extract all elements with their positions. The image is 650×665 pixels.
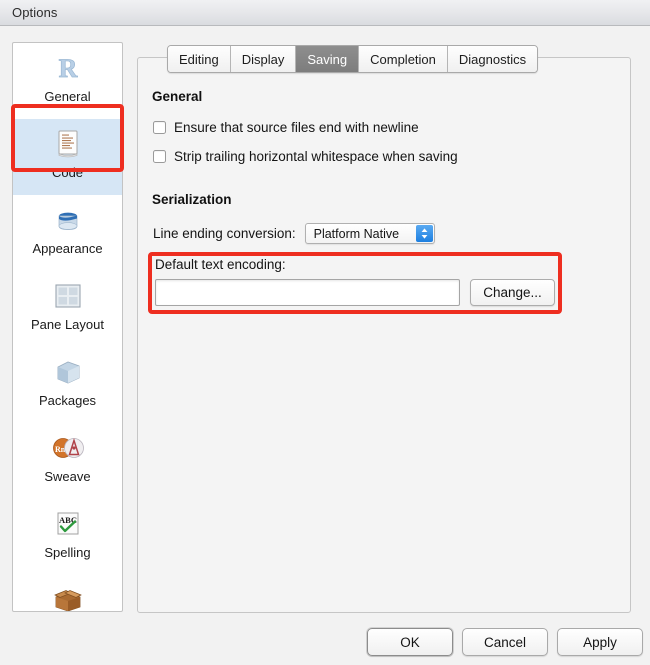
sidebar-item-pane-layout[interactable]: Pane Layout bbox=[13, 271, 122, 347]
tab-saving[interactable]: Saving bbox=[296, 46, 360, 72]
checkbox-label: Strip trailing horizontal whitespace whe… bbox=[174, 149, 458, 164]
line-ending-label: Line ending conversion: bbox=[153, 226, 296, 241]
default-text-encoding-input[interactable] bbox=[155, 279, 460, 306]
checkbox-row-ensure-newline[interactable]: Ensure that source files end with newlin… bbox=[153, 120, 419, 135]
box-cube-icon bbox=[50, 353, 86, 391]
sidebar-item-git-svn[interactable]: Git/SVN bbox=[13, 575, 122, 611]
change-encoding-button[interactable]: Change... bbox=[470, 279, 555, 306]
line-ending-value: Platform Native bbox=[313, 226, 400, 241]
tab-editing[interactable]: Editing bbox=[168, 46, 231, 72]
options-dialog-window: Options R General Code Appearance Pane L… bbox=[0, 0, 650, 665]
tab-display[interactable]: Display bbox=[230, 46, 297, 72]
sidebar-item-sweave[interactable]: Rnw Sweave bbox=[13, 423, 122, 499]
svg-text:R: R bbox=[58, 54, 77, 83]
abc-check-icon: ABC bbox=[50, 505, 86, 543]
document-icon bbox=[50, 125, 86, 163]
line-ending-conversion-row: Line ending conversion: Platform Native bbox=[153, 223, 435, 244]
sidebar-item-label: Packages bbox=[38, 393, 97, 408]
sidebar-item-appearance[interactable]: Appearance bbox=[13, 195, 122, 271]
r-logo-icon: R bbox=[50, 49, 86, 87]
checkbox-row-strip-whitespace[interactable]: Strip trailing horizontal whitespace whe… bbox=[153, 149, 458, 164]
sidebar-item-label: Pane Layout bbox=[30, 317, 104, 332]
checkbox-label: Ensure that source files end with newlin… bbox=[174, 120, 419, 135]
default-text-encoding-label: Default text encoding: bbox=[155, 257, 286, 272]
sidebar-item-label: Sweave bbox=[44, 469, 91, 484]
line-ending-select[interactable]: Platform Native bbox=[304, 223, 435, 244]
checkbox-ensure-newline[interactable] bbox=[153, 121, 166, 134]
sidebar-item-code[interactable]: Code bbox=[13, 119, 122, 195]
sidebar-item-general[interactable]: R General bbox=[13, 43, 122, 119]
window-title: Options bbox=[12, 5, 58, 20]
cancel-button[interactable]: Cancel bbox=[462, 628, 548, 656]
sidebar-item-label: Code bbox=[51, 165, 84, 180]
sidebar-item-label: Spelling bbox=[44, 545, 91, 560]
paint-can-icon bbox=[50, 201, 86, 239]
settings-tab-bar[interactable]: Editing Display Saving Completion Diagno… bbox=[167, 45, 539, 73]
options-category-sidebar[interactable]: R General Code Appearance Pane Layout Pa… bbox=[12, 42, 123, 612]
sidebar-item-packages[interactable]: Packages bbox=[13, 347, 122, 423]
section-heading-serialization: Serialization bbox=[152, 192, 232, 207]
section-heading-general: General bbox=[152, 89, 203, 104]
ok-button[interactable]: OK bbox=[367, 628, 453, 656]
sidebar-item-spelling[interactable]: ABC Spelling bbox=[13, 499, 122, 575]
window-titlebar: Options bbox=[0, 0, 650, 26]
sidebar-item-label: Appearance bbox=[32, 241, 103, 256]
tab-diagnostics[interactable]: Diagnostics bbox=[447, 46, 538, 72]
options-content-panel bbox=[137, 57, 631, 613]
rnw-pdf-icon: Rnw bbox=[50, 429, 86, 467]
sidebar-item-label: General bbox=[44, 89, 91, 104]
tab-completion[interactable]: Completion bbox=[359, 46, 448, 72]
open-box-icon bbox=[50, 581, 86, 611]
checkbox-strip-whitespace[interactable] bbox=[153, 150, 166, 163]
grid-panes-icon bbox=[50, 277, 86, 315]
chevron-updown-icon bbox=[415, 225, 433, 242]
apply-button[interactable]: Apply bbox=[557, 628, 643, 656]
